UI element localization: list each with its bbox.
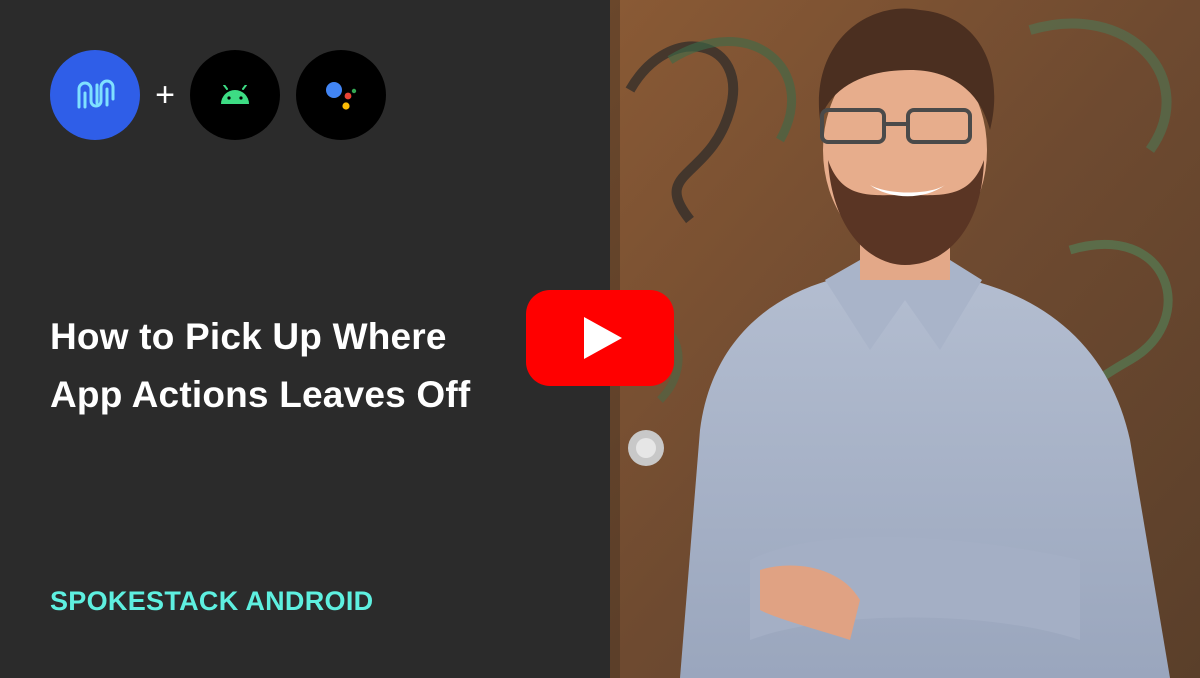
logo-row: + <box>50 50 386 140</box>
google-assistant-logo <box>296 50 386 140</box>
android-logo <box>190 50 280 140</box>
presenter-image <box>610 0 1200 678</box>
presenter-photo <box>610 0 1200 678</box>
title-line-2: App Actions Leaves Off <box>50 374 471 415</box>
youtube-play-button[interactable] <box>526 290 674 386</box>
video-title: How to Pick Up Where App Actions Leaves … <box>50 308 570 424</box>
google-assistant-icon <box>326 82 357 110</box>
video-thumbnail[interactable]: + How to Pick Up Where App Actions Leave… <box>0 0 1200 678</box>
left-panel: + How to Pick Up Where App Actions Leave… <box>0 0 610 678</box>
series-label: SPOKESTACK ANDROID <box>50 586 374 616</box>
spokestack-icon <box>77 79 115 109</box>
plus-sign: + <box>155 76 175 114</box>
android-icon <box>221 85 249 104</box>
youtube-play-icon[interactable] <box>526 290 674 386</box>
spokestack-logo <box>50 50 140 140</box>
title-line-1: How to Pick Up Where <box>50 316 447 357</box>
